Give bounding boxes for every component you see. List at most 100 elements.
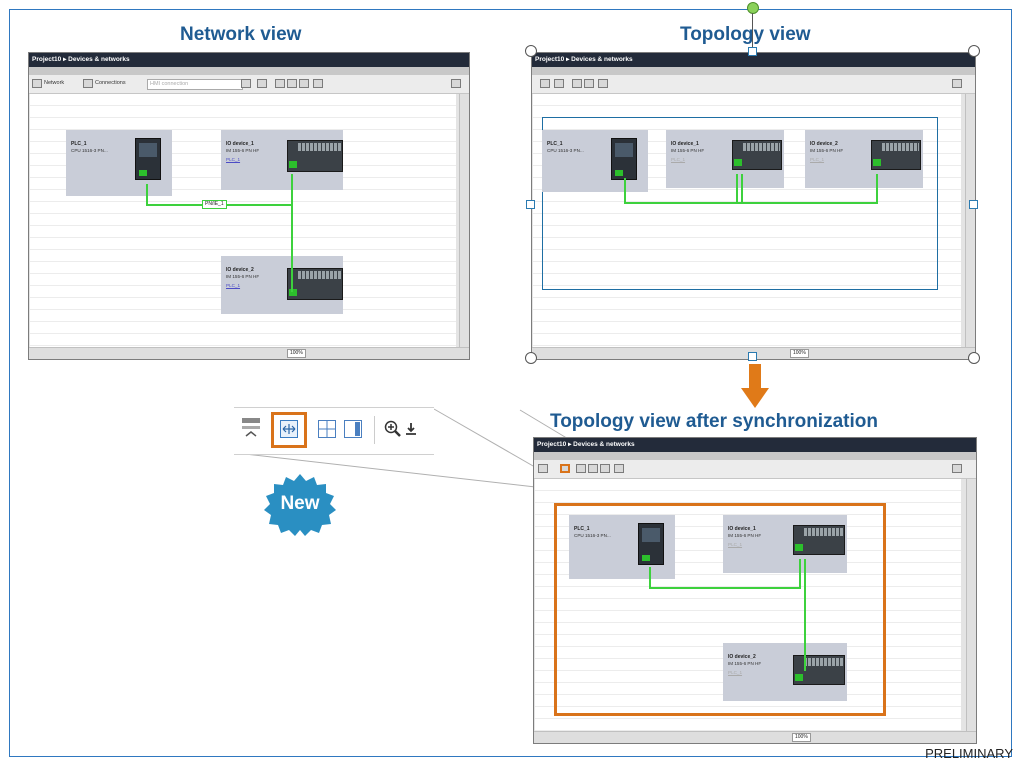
topology-toolbar (534, 460, 976, 479)
io-device-1-type: IM 155-6 PN HF (671, 148, 705, 153)
io-device-2-link[interactable]: PLC_1 (810, 157, 824, 162)
io-device-1-link[interactable]: PLC_1 (671, 157, 685, 162)
zoom-select[interactable]: 100% (792, 733, 811, 742)
plc-name: PLC_1 (71, 141, 87, 147)
resize-handle[interactable] (525, 45, 537, 57)
properties-icon[interactable] (538, 464, 548, 473)
zoom-select[interactable]: 100% (790, 349, 809, 358)
grid-icon[interactable] (554, 79, 564, 88)
topology-sync-icon[interactable] (560, 464, 570, 473)
rotate-handle[interactable] (747, 2, 759, 14)
connection-type-select[interactable]: HMI connection (147, 79, 243, 90)
io-device-2-name: IO device_2 (226, 267, 254, 273)
zoom-in-icon[interactable] (313, 79, 323, 88)
io-device-1-link[interactable]: PLC_1 (226, 157, 240, 162)
port-wire (736, 174, 738, 204)
port-wire (624, 202, 878, 204)
table-icon[interactable] (572, 79, 582, 88)
layout-icon[interactable] (584, 79, 594, 88)
plc-device[interactable]: PLC_1 CPU 1516-3 PN... (542, 130, 648, 192)
arrow-down-icon (741, 364, 769, 408)
layout-icon[interactable] (299, 79, 309, 88)
resize-handle[interactable] (969, 200, 978, 209)
resize-handle[interactable] (526, 200, 535, 209)
grid-icon[interactable] (318, 420, 336, 438)
cpu-module-icon (135, 138, 161, 180)
vertical-scrollbar[interactable] (966, 479, 976, 731)
resize-handle[interactable] (525, 352, 537, 364)
table-icon[interactable] (344, 420, 362, 438)
network-canvas: PLC_1 CPU 1516-3 PN... IO device_1 IM 15… (30, 94, 456, 347)
io-device-1[interactable]: IO device_1 IM 155-6 PN HF PLC_1 (221, 130, 343, 190)
properties-icon[interactable] (257, 79, 267, 88)
layout-icon[interactable] (600, 464, 610, 473)
resize-handle[interactable] (968, 352, 980, 364)
resize-handle[interactable] (748, 47, 757, 56)
plc-name: PLC_1 (547, 141, 563, 147)
panel-icon[interactable] (952, 79, 962, 88)
port-wire (741, 174, 743, 204)
connections-icon[interactable] (83, 79, 93, 88)
window-title-bar: Project10 ▸ Devices & networks (29, 53, 469, 67)
io-module-icon (287, 140, 343, 172)
io-device-2-type: IM 155-6 PN HF (810, 148, 844, 153)
zoom-in-icon[interactable] (384, 420, 402, 438)
table-icon[interactable] (588, 464, 598, 473)
port-wire (876, 174, 878, 204)
subnet-label[interactable]: PN/IE_1 (202, 200, 227, 209)
io-device-2-link[interactable]: PLC_1 (226, 283, 240, 288)
port-wire (624, 178, 626, 204)
io-device-1-name: IO device_1 (671, 141, 699, 147)
connections-label: Connections (95, 80, 126, 86)
io-module-icon (732, 140, 782, 170)
horizontal-scrollbar[interactable]: 100% (29, 347, 469, 359)
io-device-2[interactable]: IO device_2 IM 155-6 PN HF PLC_1 (805, 130, 923, 188)
topology-sync-icon[interactable] (280, 420, 298, 438)
zoom-select[interactable]: 100% (287, 349, 306, 358)
topology-toolbar (532, 75, 975, 94)
io-device-2-type: IM 155-6 PN HF (226, 274, 260, 279)
network-view-window: Project10 ▸ Devices & networks Network C… (28, 52, 470, 360)
topology-view-window: Project10 ▸ Devices & networks PLC_1 CPU… (531, 52, 976, 360)
new-badge-text: New (280, 493, 320, 514)
subnet-wire (146, 184, 148, 206)
plc-device[interactable]: PLC_1 CPU 1516-3 PN... (66, 130, 172, 196)
panel-icon[interactable] (451, 79, 461, 88)
io-device-1[interactable]: IO device_1 IM 155-6 PN HF PLC_1 (666, 130, 784, 188)
io-device-1-type: IM 155-6 PN HF (226, 148, 260, 153)
resize-handle[interactable] (968, 45, 980, 57)
network-toolbar: Network Connections HMI connection (29, 75, 469, 94)
network-view-title: Network view (180, 24, 302, 45)
network-tab[interactable]: Network (44, 79, 64, 88)
zoom-in-icon[interactable] (614, 464, 624, 473)
sync-result-highlight (554, 503, 886, 716)
table-icon[interactable] (287, 79, 297, 88)
horizontal-scrollbar[interactable]: 100% (534, 731, 976, 743)
cpu-module-icon (611, 138, 637, 180)
chevron-down-icon[interactable] (241, 79, 251, 88)
download-arrow-icon[interactable] (404, 420, 422, 438)
grid-icon[interactable] (275, 79, 285, 88)
subnet-wire (291, 174, 293, 292)
zoom-in-icon[interactable] (598, 79, 608, 88)
preliminary-label: PRELIMINARY (925, 746, 1013, 761)
new-badge: New (264, 474, 336, 536)
vertical-scrollbar[interactable] (965, 94, 975, 347)
properties-icon[interactable] (540, 79, 550, 88)
network-icon[interactable] (240, 416, 262, 442)
resize-handle[interactable] (748, 352, 757, 361)
plc-type: CPU 1516-3 PN... (71, 148, 108, 153)
io-device-2[interactable]: IO device_2 IM 155-6 PN HF PLC_1 (221, 256, 343, 314)
topology-after-sync-title: Topology view after synchronization (550, 411, 878, 432)
plc-type: CPU 1516-3 PN... (547, 148, 584, 153)
topology-view-title: Topology view (680, 24, 811, 45)
topology-canvas: PLC_1 CPU 1516-3 PN... IO device_1 IM 15… (533, 94, 961, 347)
panel-icon[interactable] (952, 464, 962, 473)
io-device-1-name: IO device_1 (226, 141, 254, 147)
vertical-scrollbar[interactable] (459, 94, 469, 347)
window-title-bar: Project10 ▸ Devices & networks (534, 438, 976, 452)
zoomed-toolbar (234, 407, 434, 455)
io-module-icon (287, 268, 343, 300)
grid-icon[interactable] (576, 464, 586, 473)
network-icon[interactable] (32, 79, 42, 88)
